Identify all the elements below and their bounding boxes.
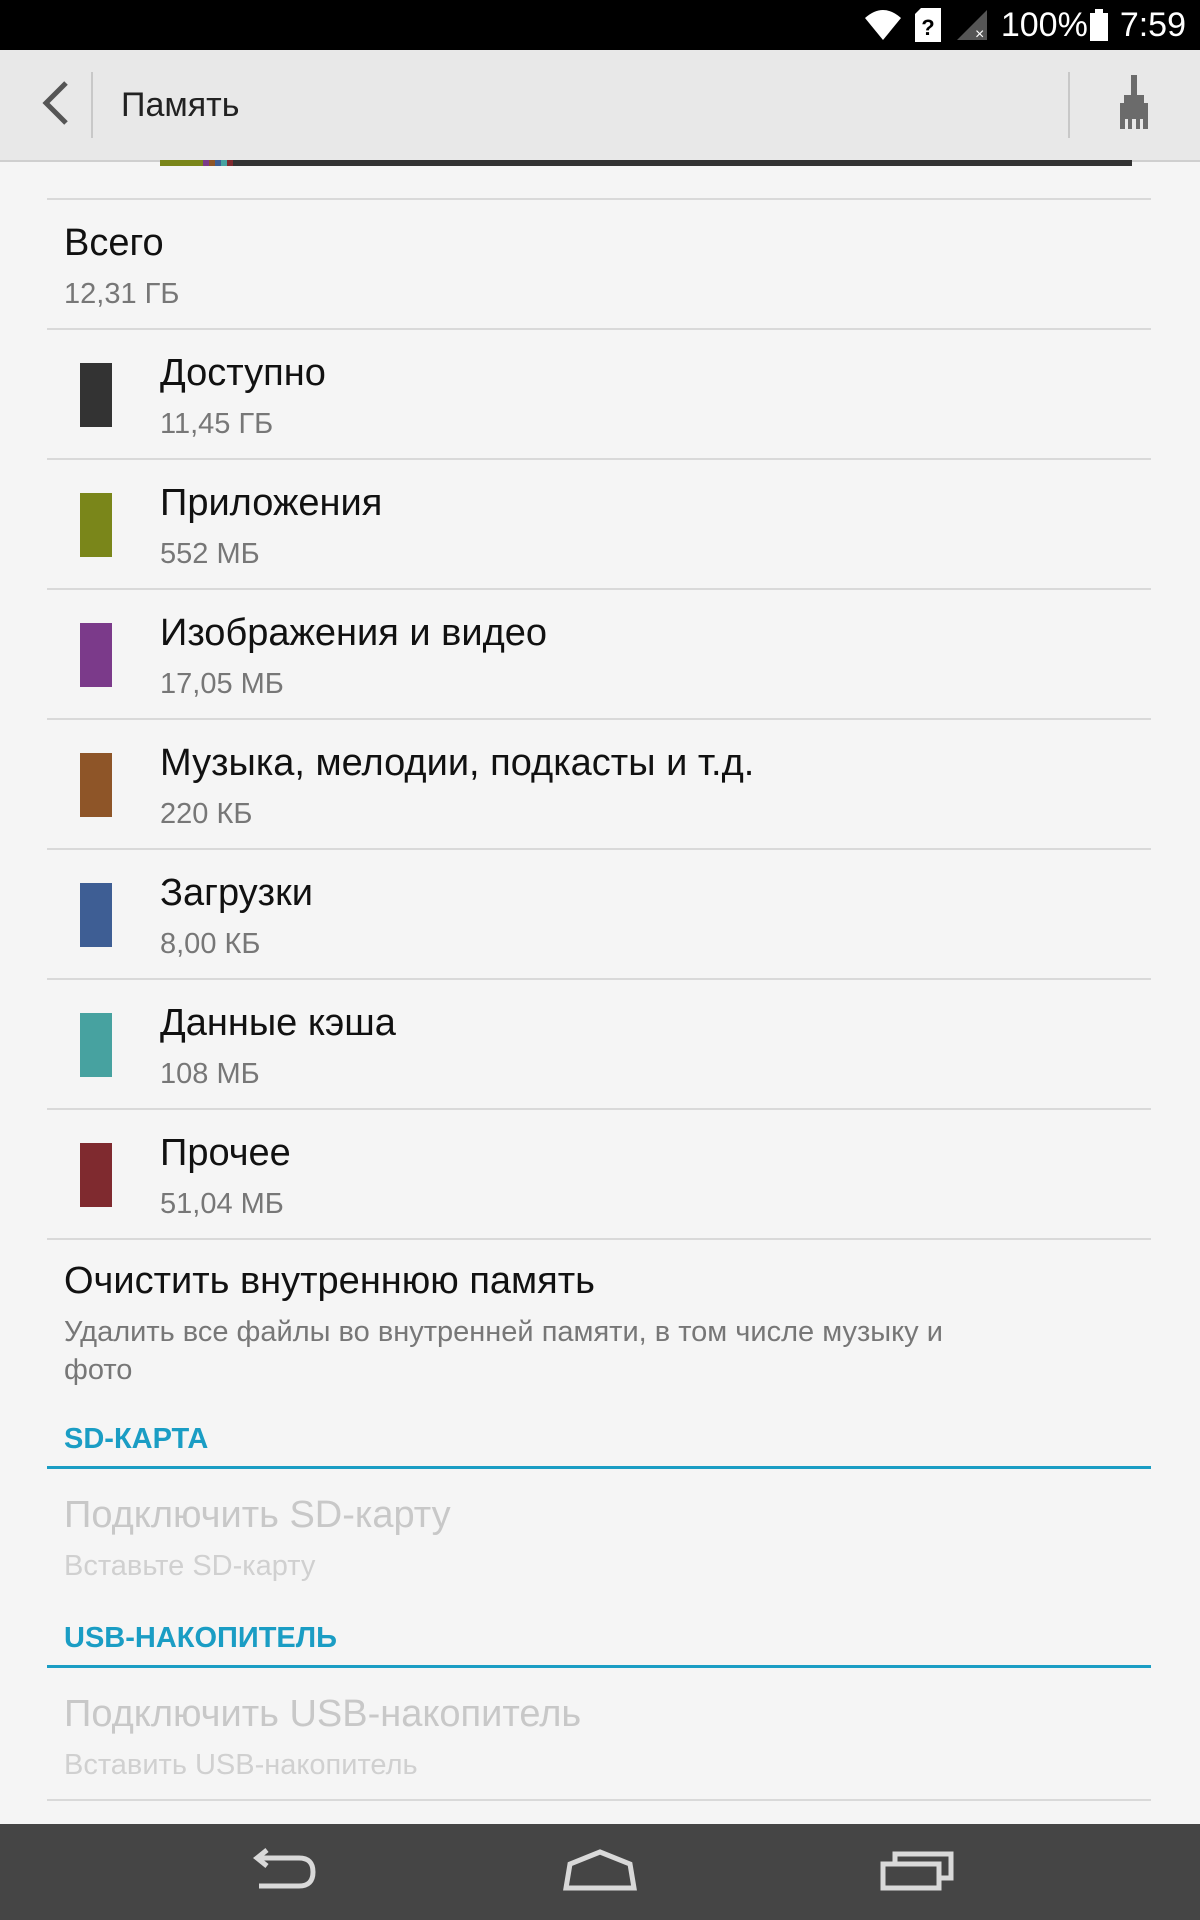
nav-home-icon [560, 1848, 640, 1897]
usage-bar-segment [232, 160, 1133, 166]
category-label: Музыка, мелодии, подкасты и т.д. [160, 742, 755, 784]
color-swatch [80, 493, 112, 557]
action-bar-divider [1068, 72, 1070, 138]
nav-recents-button[interactable] [857, 1824, 977, 1920]
action-bar-divider [91, 72, 93, 138]
divider [47, 1799, 1151, 1801]
mount-sd-subtitle: Вставьте SD-карту [64, 1550, 316, 1582]
category-value: 51,04 МБ [160, 1188, 284, 1220]
signal-no-service-icon: × [953, 8, 989, 42]
color-swatch [80, 753, 112, 817]
erase-internal-storage-item[interactable]: Очистить внутреннюю память Удалить все ф… [0, 1240, 1200, 1400]
nav-back-button[interactable] [223, 1824, 343, 1920]
category-item-music[interactable]: Музыка, мелодии, подкасты и т.д. 220 КБ [0, 720, 1200, 848]
section-header-sd-card: SD-КАРТА [64, 1423, 209, 1455]
color-swatch [80, 1143, 112, 1207]
total-storage-item: Всего 12,31 ГБ [0, 200, 1200, 328]
mount-sd-card-item: Подключить SD-карту Вставьте SD-карту [0, 1470, 1200, 1590]
category-item-cache[interactable]: Данные кэша 108 МБ [0, 980, 1200, 1108]
mount-usb-title: Подключить USB-накопитель [64, 1693, 582, 1735]
page-title: Память [121, 86, 240, 124]
category-value: 8,00 КБ [160, 928, 261, 960]
category-value: 17,05 МБ [160, 668, 284, 700]
battery-full-icon [1089, 9, 1108, 41]
back-button[interactable] [20, 50, 90, 160]
status-bar: ? × 100% 7:59 [0, 0, 1200, 50]
color-swatch [80, 363, 112, 427]
category-item-downloads[interactable]: Загрузки 8,00 КБ [0, 850, 1200, 978]
category-value: 11,45 ГБ [160, 408, 274, 440]
mount-usb-subtitle: Вставить USB-накопитель [64, 1749, 418, 1781]
sim-unknown-icon: ? [914, 8, 941, 42]
storage-usage-bar [160, 160, 1133, 166]
clean-button[interactable] [1094, 50, 1174, 160]
broom-icon [1116, 74, 1152, 136]
section-header-usb: USB-НАКОПИТЕЛЬ [64, 1622, 337, 1654]
section-divider [47, 1665, 1151, 1668]
color-swatch [80, 623, 112, 687]
category-item-other[interactable]: Прочее 51,04 МБ [0, 1110, 1200, 1238]
svg-text:×: × [975, 26, 984, 42]
battery-percent: 100% [1000, 5, 1088, 44]
category-label: Прочее [160, 1132, 291, 1174]
category-label: Данные кэша [160, 1002, 396, 1044]
category-value: 220 КБ [160, 798, 253, 830]
erase-subtitle-line1: Удалить все файлы во внутренней памяти, … [64, 1316, 943, 1348]
total-label: Всего [64, 222, 164, 264]
svg-text:?: ? [921, 15, 934, 40]
category-item-images-video[interactable]: Изображения и видео 17,05 МБ [0, 590, 1200, 718]
color-swatch [80, 1013, 112, 1077]
nav-home-button[interactable] [540, 1824, 660, 1920]
back-arrow-icon [40, 80, 70, 130]
clock: 7:59 [1119, 5, 1186, 44]
usage-bar-segment [160, 160, 203, 166]
category-item-apps[interactable]: Приложения 552 МБ [0, 460, 1200, 588]
section-divider [47, 1466, 1151, 1469]
total-value: 12,31 ГБ [64, 278, 180, 310]
erase-title: Очистить внутреннюю память [64, 1260, 595, 1302]
wifi-icon [863, 8, 903, 42]
category-label: Доступно [160, 352, 326, 394]
color-swatch [80, 883, 112, 947]
action-bar: Память [0, 50, 1200, 162]
erase-subtitle-line2: фото [64, 1354, 133, 1386]
mount-sd-title: Подключить SD-карту [64, 1494, 451, 1536]
category-value: 552 МБ [160, 538, 260, 570]
category-label: Приложения [160, 482, 383, 524]
navigation-bar [0, 1824, 1200, 1920]
category-label: Изображения и видео [160, 612, 548, 654]
category-label: Загрузки [160, 872, 313, 914]
category-value: 108 МБ [160, 1058, 260, 1090]
nav-recents-icon [879, 1848, 955, 1897]
nav-back-icon [247, 1847, 319, 1897]
mount-usb-item: Подключить USB-накопитель Вставить USB-н… [0, 1669, 1200, 1797]
category-item-available[interactable]: Доступно 11,45 ГБ [0, 330, 1200, 458]
